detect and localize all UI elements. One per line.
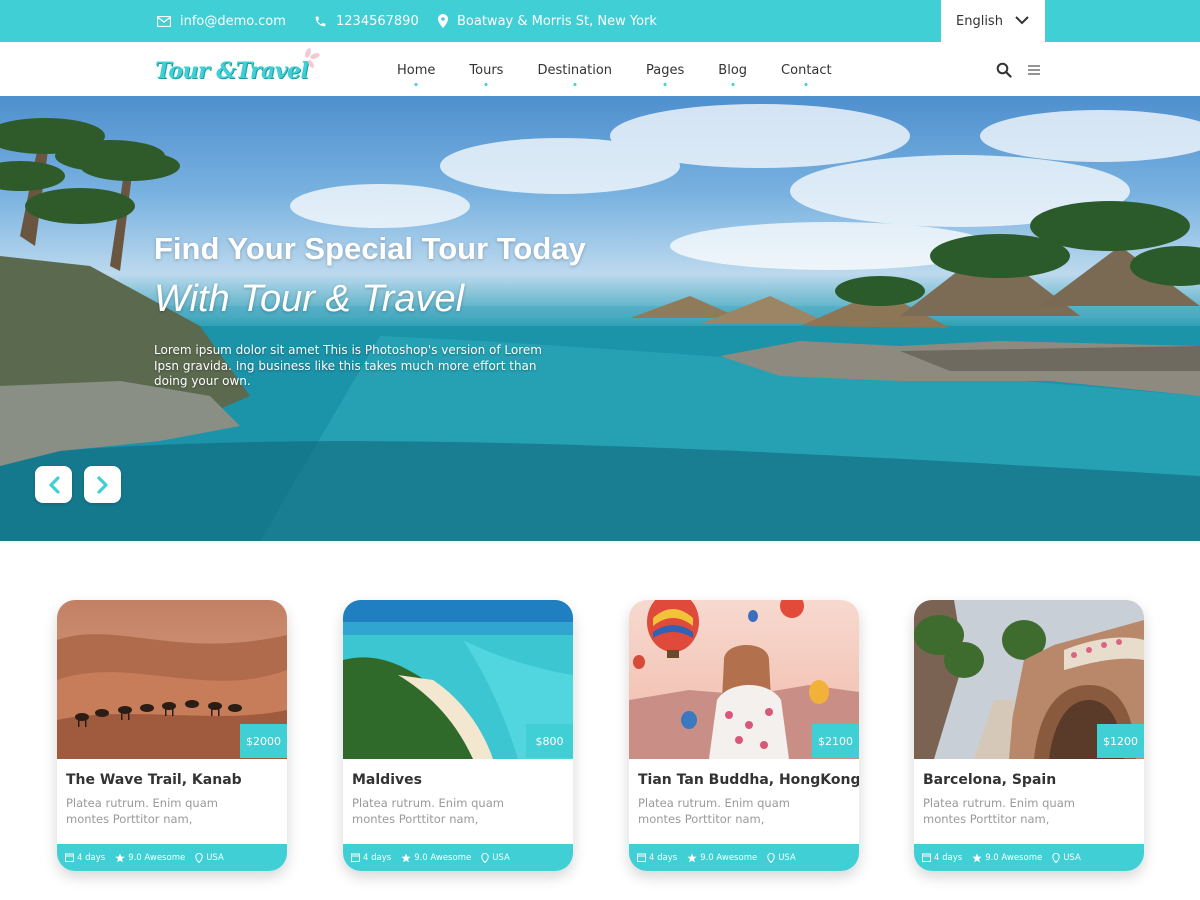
- chevron-left-icon: [48, 475, 60, 494]
- calendar-icon: [351, 853, 360, 862]
- header-actions: [996, 62, 1042, 78]
- meta-rating-text: 9.0 Awesome: [414, 852, 472, 863]
- meta-rating: 9.0 Awesome: [401, 853, 471, 863]
- nav-contact[interactable]: Contact: [768, 42, 845, 96]
- meta-rating: 9.0 Awesome: [972, 853, 1042, 863]
- meta-days-text: 4 days: [934, 852, 963, 863]
- location-pin-icon: [481, 852, 489, 863]
- star-icon: [401, 853, 411, 862]
- meta-days: 4 days: [922, 853, 962, 863]
- tour-card[interactable]: $2100 Tian Tan Buddha, HongKong Platea r…: [629, 600, 859, 871]
- meta-days-text: 4 days: [649, 852, 678, 863]
- tour-card-description: Platea rutrum. Enim quam montes Porttito…: [352, 796, 504, 826]
- meta-location: USA: [481, 852, 510, 863]
- tour-card-meta: 4 days 9.0 Awesome USA: [629, 844, 859, 871]
- hero-prev-button[interactable]: [35, 466, 72, 503]
- main-nav: Home Tours Destination Pages Blog Contac…: [384, 42, 853, 96]
- nav-tours[interactable]: Tours: [456, 42, 516, 96]
- tour-card-description: Platea rutrum. Enim quam montes Porttito…: [638, 796, 790, 826]
- tour-card-description: Platea rutrum. Enim quam montes Porttito…: [923, 796, 1075, 826]
- hero-subtitle: With Tour & Travel: [154, 278, 465, 320]
- location-pin-icon: [438, 14, 448, 28]
- phone-icon: [315, 16, 326, 26]
- meta-days-text: 4 days: [77, 852, 106, 863]
- contact-email-text: info@demo.com: [180, 13, 286, 29]
- meta-location: USA: [1052, 852, 1081, 863]
- meta-location-text: USA: [778, 852, 796, 863]
- calendar-icon: [922, 853, 931, 862]
- flower-petals-icon: [305, 48, 320, 69]
- price-badge: $1200: [1097, 724, 1144, 758]
- site-header: Tour &Travel Home Tours Destination Page…: [0, 42, 1200, 96]
- meta-location-text: USA: [1063, 852, 1081, 863]
- price-badge: $2000: [240, 724, 287, 758]
- meta-rating-text: 9.0 Awesome: [985, 852, 1043, 863]
- language-label: English: [956, 13, 1003, 29]
- location-pin-icon: [195, 852, 203, 863]
- star-icon: [115, 853, 125, 862]
- meta-location-text: USA: [492, 852, 510, 863]
- contact-email[interactable]: info@demo.com: [157, 0, 286, 42]
- mail-icon: [157, 15, 171, 27]
- price-badge: $2100: [812, 724, 859, 758]
- chevron-down-icon: [1015, 16, 1029, 25]
- meta-rating-text: 9.0 Awesome: [128, 852, 186, 863]
- hero-next-button[interactable]: [84, 466, 121, 503]
- tour-card-meta: 4 days 9.0 Awesome USA: [914, 844, 1144, 871]
- chevron-right-icon: [96, 475, 108, 494]
- tour-card-title[interactable]: Barcelona, Spain: [923, 772, 1056, 788]
- hero-banner: Find Your Special Tour Today With Tour &…: [0, 96, 1200, 541]
- star-icon: [687, 853, 697, 862]
- location-pin-icon: [1052, 852, 1060, 863]
- nav-home[interactable]: Home: [384, 42, 448, 96]
- contact-address[interactable]: Boatway & Morris St, New York: [438, 0, 657, 42]
- contact-phone[interactable]: 1234567890: [314, 0, 419, 42]
- menu-icon[interactable]: [1026, 62, 1042, 78]
- meta-location-text: USA: [206, 852, 224, 863]
- nav-pages[interactable]: Pages: [633, 42, 697, 96]
- hero-description: Lorem ipsum dolor sit amet This is Photo…: [154, 343, 542, 388]
- meta-location: USA: [195, 852, 224, 863]
- top-bar: info@demo.com 1234567890 Boatway & Morri…: [0, 0, 1200, 42]
- nav-destination[interactable]: Destination: [524, 42, 625, 96]
- tour-card[interactable]: $800 Maldives Platea rutrum. Enim quam m…: [343, 600, 573, 871]
- tour-card-meta: 4 days 9.0 Awesome USA: [343, 844, 573, 871]
- star-icon: [972, 853, 982, 862]
- tour-card[interactable]: $2000 The Wave Trail, Kanab Platea rutru…: [57, 600, 287, 871]
- tour-card-meta: 4 days 9.0 Awesome USA: [57, 844, 287, 871]
- nav-blog[interactable]: Blog: [705, 42, 760, 96]
- logo-text: Tour &Travel: [155, 58, 309, 84]
- meta-days: 4 days: [637, 853, 677, 863]
- tour-card-title[interactable]: The Wave Trail, Kanab: [66, 772, 242, 788]
- search-icon[interactable]: [996, 62, 1012, 78]
- meta-days: 4 days: [65, 853, 105, 863]
- location-pin-icon: [767, 852, 775, 863]
- language-select[interactable]: English: [941, 0, 1045, 42]
- meta-location: USA: [767, 852, 796, 863]
- calendar-icon: [637, 853, 646, 862]
- calendar-icon: [65, 853, 74, 862]
- tour-card-title[interactable]: Maldives: [352, 772, 422, 788]
- tour-card-description: Platea rutrum. Enim quam montes Porttito…: [66, 796, 218, 826]
- tour-card[interactable]: $1200 Barcelona, Spain Platea rutrum. En…: [914, 600, 1144, 871]
- hero-title: Find Your Special Tour Today: [154, 231, 586, 266]
- tour-card-title[interactable]: Tian Tan Buddha, HongKong: [638, 772, 859, 788]
- meta-days-text: 4 days: [363, 852, 392, 863]
- meta-rating: 9.0 Awesome: [115, 853, 185, 863]
- meta-days: 4 days: [351, 853, 391, 863]
- contact-phone-text: 1234567890: [336, 13, 419, 29]
- site-logo[interactable]: Tour &Travel: [155, 48, 325, 92]
- contact-address-text: Boatway & Morris St, New York: [457, 13, 657, 29]
- meta-rating: 9.0 Awesome: [687, 853, 757, 863]
- price-badge: $800: [526, 724, 573, 758]
- meta-rating-text: 9.0 Awesome: [700, 852, 758, 863]
